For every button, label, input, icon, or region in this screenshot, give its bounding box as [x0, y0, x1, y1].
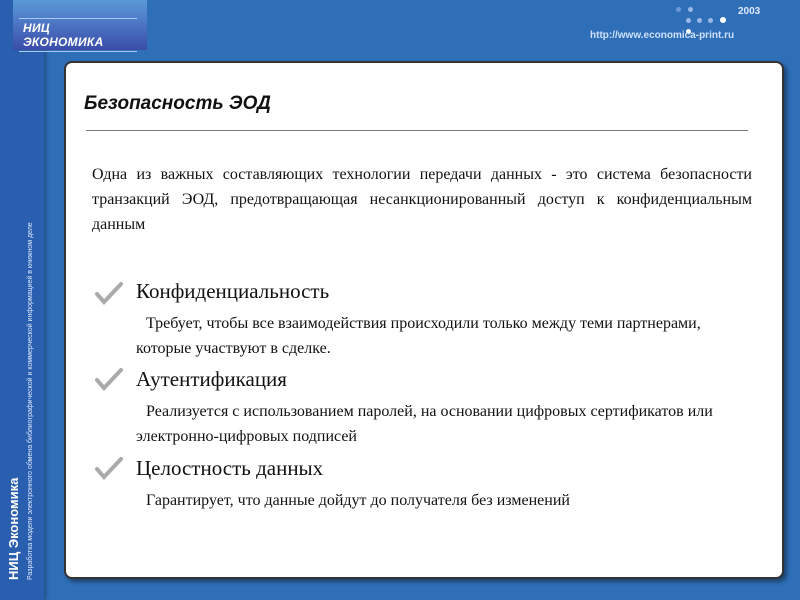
checkmark-icon: [95, 282, 123, 305]
item-heading: Аутентификация: [136, 367, 287, 391]
sidebar-project: Разработка модели электронного обмена би…: [27, 222, 34, 580]
item-text: Гарантирует, что данные дойдут до получа…: [146, 492, 570, 509]
left-sidebar: НИЦ Экономика Разработка модели электрон…: [0, 0, 44, 600]
item-text: Требует, чтобы все взаимодействия происх…: [136, 315, 701, 357]
intro-text: Одна из важных составляющих технологии п…: [92, 166, 752, 233]
divider: [86, 130, 748, 131]
item-heading: Конфиденциальность: [136, 279, 330, 303]
slide-panel: Безопасность ЭОД Одна из важных составля…: [64, 61, 784, 579]
logo: НИЦ ЭКОНОМИКА: [13, 0, 147, 52]
sidebar-org: НИЦ Экономика: [6, 477, 21, 580]
item-text: Реализуется с использованием паролей, на…: [136, 403, 713, 445]
slide-title: Безопасность ЭОД: [84, 93, 271, 114]
website-url[interactable]: http://www.economica-print.ru: [590, 30, 734, 41]
item-heading: Целостность данных: [136, 456, 324, 480]
checkmark-icon: [95, 457, 123, 480]
checkmark-icon: [95, 368, 123, 391]
year: 2003: [738, 6, 761, 17]
